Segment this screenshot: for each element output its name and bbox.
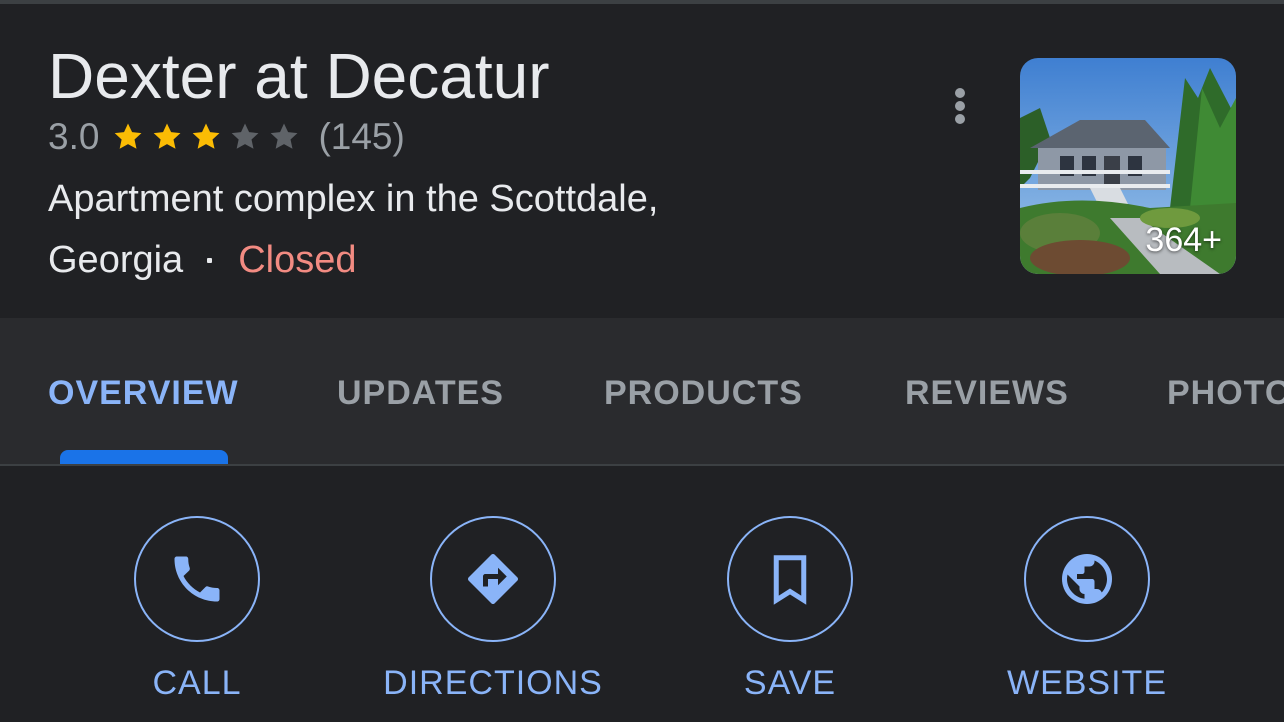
tab-photos[interactable]: PHOTOS [1167,374,1284,422]
tab-overview[interactable]: OVERVIEW [48,374,239,422]
separator-dot [207,257,213,263]
active-tab-indicator [60,450,228,464]
rating-row[interactable]: 3.0 (145) [48,114,405,160]
place-sheet: Dexter at Decatur 3.0 (145) Apartment co… [0,0,1284,722]
tab-bar: OVERVIEW UPDATES PRODUCTS REVIEWS PHOTOS [0,318,1284,466]
call-label: CALL [152,664,242,702]
rating-value: 3.0 [48,116,100,157]
place-category: Apartment complex in the Scottdale, [48,178,659,220]
place-location: Georgia [48,238,184,281]
bookmark-icon [773,555,807,605]
tab-updates[interactable]: UPDATES [337,374,504,422]
directions-circle [430,516,556,642]
more-vert-icon [955,88,965,98]
location-status-line: Georgia Closed [48,235,357,285]
directions-button[interactable]: DIRECTIONS [363,516,623,703]
save-button[interactable]: SAVE [660,516,920,703]
place-header: Dexter at Decatur 3.0 (145) Apartment co… [0,4,1284,318]
photo-count: 364+ [1145,221,1222,259]
star-icon [150,120,184,154]
tab-products[interactable]: PRODUCTS [604,374,803,422]
photo-thumbnail[interactable]: 364+ [1020,58,1236,274]
star-icon [111,120,145,154]
globe-icon [1062,554,1112,604]
place-title: Dexter at Decatur [48,40,550,112]
save-circle [727,516,853,642]
website-label: WEBSITE [1006,664,1168,702]
directions-label: DIRECTIONS [383,664,603,702]
website-button[interactable]: WEBSITE [957,516,1217,703]
action-buttons: CALL DIRECTIONS SAVE WEBSITE [0,466,1284,722]
call-button[interactable]: CALL [67,516,327,703]
star-rating [111,120,306,154]
tab-reviews[interactable]: REVIEWS [905,374,1069,422]
save-label: SAVE [743,664,837,702]
directions-icon [468,554,518,604]
star-icon [228,120,262,154]
more-options-button[interactable] [940,82,980,130]
review-count: (145) [318,116,405,157]
website-circle [1024,516,1150,642]
call-circle [134,516,260,642]
star-icon [189,120,223,154]
star-icon [267,120,301,154]
phone-icon [174,556,220,602]
open-status[interactable]: Closed [238,239,356,282]
